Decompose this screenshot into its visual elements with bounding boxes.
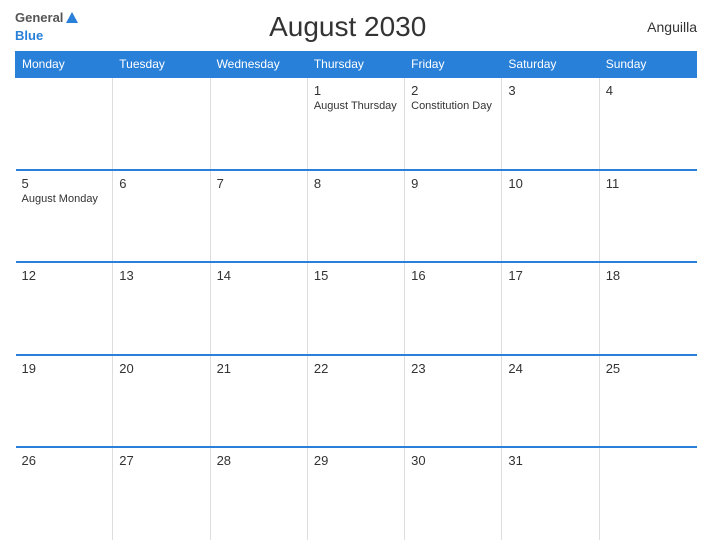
calendar-cell: 25 bbox=[599, 355, 696, 448]
day-number: 17 bbox=[508, 268, 592, 283]
day-number: 18 bbox=[606, 268, 691, 283]
calendar-cell: 5 August Monday bbox=[16, 170, 113, 263]
calendar-cell: 28 bbox=[210, 447, 307, 540]
day-number: 5 bbox=[22, 176, 107, 191]
day-number: 10 bbox=[508, 176, 592, 191]
calendar-cell bbox=[599, 447, 696, 540]
day-event: Constitution Day bbox=[411, 100, 495, 112]
day-number: 9 bbox=[411, 176, 495, 191]
day-number: 15 bbox=[314, 268, 398, 283]
calendar-cell bbox=[113, 77, 210, 170]
col-tuesday: Tuesday bbox=[113, 52, 210, 78]
calendar-cell: 12 bbox=[16, 262, 113, 355]
day-number: 16 bbox=[411, 268, 495, 283]
day-number: 8 bbox=[314, 176, 398, 191]
calendar-cell: 31 bbox=[502, 447, 599, 540]
country-label: Anguilla bbox=[617, 19, 697, 35]
day-number: 6 bbox=[119, 176, 203, 191]
calendar-table: Monday Tuesday Wednesday Thursday Friday… bbox=[15, 51, 697, 540]
calendar-week-row: 5 August Monday 6789 10 11 bbox=[16, 170, 697, 263]
calendar-week-row: 26 27 28 29 30 31 bbox=[16, 447, 697, 540]
col-wednesday: Wednesday bbox=[210, 52, 307, 78]
day-number: 14 bbox=[217, 268, 301, 283]
calendar-cell: 7 bbox=[210, 170, 307, 263]
calendar-cell: 19 bbox=[16, 355, 113, 448]
day-number: 3 bbox=[508, 83, 592, 98]
calendar-week-row: 12 13 14 15 16 17 18 bbox=[16, 262, 697, 355]
calendar-cell bbox=[16, 77, 113, 170]
calendar-cell: 2 Constitution Day bbox=[405, 77, 502, 170]
day-number: 22 bbox=[314, 361, 398, 376]
day-event: August Monday bbox=[22, 193, 107, 205]
calendar-cell: 20 bbox=[113, 355, 210, 448]
calendar-cell: 9 bbox=[405, 170, 502, 263]
day-number: 2 bbox=[411, 83, 495, 98]
day-event: August Thursday bbox=[314, 100, 398, 112]
col-monday: Monday bbox=[16, 52, 113, 78]
col-thursday: Thursday bbox=[307, 52, 404, 78]
day-number: 31 bbox=[508, 453, 592, 468]
day-number: 28 bbox=[217, 453, 301, 468]
calendar-header: GeneralBlue August 2030 Anguilla bbox=[15, 10, 697, 43]
day-number: 19 bbox=[22, 361, 107, 376]
calendar-cell: 18 bbox=[599, 262, 696, 355]
calendar-cell: 23 bbox=[405, 355, 502, 448]
calendar-cell: 17 bbox=[502, 262, 599, 355]
day-number: 30 bbox=[411, 453, 495, 468]
day-number: 12 bbox=[22, 268, 107, 283]
col-friday: Friday bbox=[405, 52, 502, 78]
day-number: 11 bbox=[606, 176, 691, 191]
calendar-cell: 10 bbox=[502, 170, 599, 263]
day-number: 29 bbox=[314, 453, 398, 468]
col-saturday: Saturday bbox=[502, 52, 599, 78]
day-number: 27 bbox=[119, 453, 203, 468]
calendar-cell: 4 bbox=[599, 77, 696, 170]
calendar-week-row: 19 20 21 22 23 24 25 bbox=[16, 355, 697, 448]
weekday-header-row: Monday Tuesday Wednesday Thursday Friday… bbox=[16, 52, 697, 78]
logo: GeneralBlue bbox=[15, 10, 78, 43]
calendar-cell: 27 bbox=[113, 447, 210, 540]
calendar-cell: 15 bbox=[307, 262, 404, 355]
day-number: 25 bbox=[606, 361, 691, 376]
calendar-cell: 8 bbox=[307, 170, 404, 263]
calendar-cell: 11 bbox=[599, 170, 696, 263]
calendar-week-row: 1 August Thursday 2 Constitution Day 34 bbox=[16, 77, 697, 170]
day-number: 7 bbox=[217, 176, 301, 191]
calendar-cell: 22 bbox=[307, 355, 404, 448]
day-number: 4 bbox=[606, 83, 691, 98]
calendar-cell: 26 bbox=[16, 447, 113, 540]
calendar-cell: 16 bbox=[405, 262, 502, 355]
col-sunday: Sunday bbox=[599, 52, 696, 78]
calendar-cell bbox=[210, 77, 307, 170]
calendar-cell: 14 bbox=[210, 262, 307, 355]
day-number: 21 bbox=[217, 361, 301, 376]
calendar-cell: 1 August Thursday bbox=[307, 77, 404, 170]
day-number: 13 bbox=[119, 268, 203, 283]
calendar-cell: 13 bbox=[113, 262, 210, 355]
calendar-cell: 29 bbox=[307, 447, 404, 540]
day-number: 1 bbox=[314, 83, 398, 98]
calendar-cell: 3 bbox=[502, 77, 599, 170]
day-number: 20 bbox=[119, 361, 203, 376]
calendar-title: August 2030 bbox=[78, 11, 617, 43]
calendar-cell: 24 bbox=[502, 355, 599, 448]
day-number: 23 bbox=[411, 361, 495, 376]
calendar-cell: 30 bbox=[405, 447, 502, 540]
day-number: 24 bbox=[508, 361, 592, 376]
day-number: 26 bbox=[22, 453, 107, 468]
calendar-cell: 21 bbox=[210, 355, 307, 448]
calendar-cell: 6 bbox=[113, 170, 210, 263]
calendar-page: GeneralBlue August 2030 Anguilla Monday … bbox=[0, 0, 712, 550]
